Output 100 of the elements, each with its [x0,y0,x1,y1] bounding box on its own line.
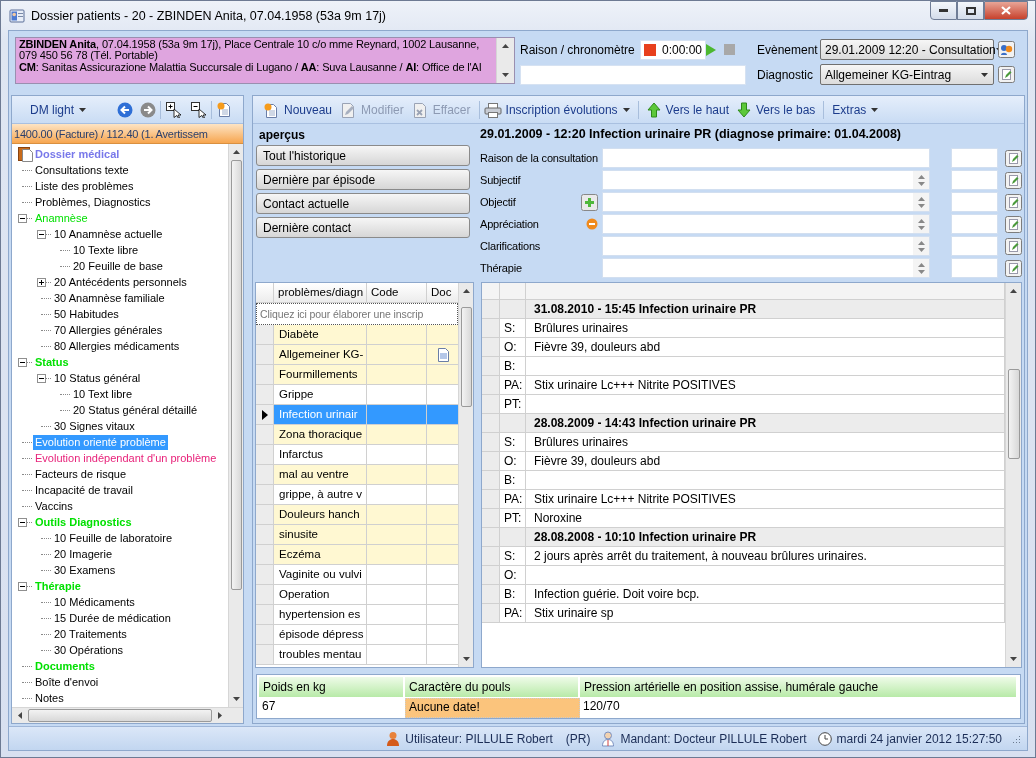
maximize-button[interactable] [957,1,984,20]
tree-item[interactable]: Facteurs de risque [33,466,129,482]
edit-icon[interactable] [1005,215,1022,233]
edit-icon[interactable] [998,66,1015,83]
scroll-down-arrow-icon[interactable] [232,697,240,701]
spin-down-icon[interactable] [917,247,925,252]
tree-item[interactable]: 30 Examens [52,562,118,578]
toolbar-button[interactable]: Vers le bas [733,98,820,121]
input-field[interactable] [951,258,998,278]
plus-button-icon[interactable] [581,193,598,211]
overview-button[interactable]: Dernière par épisode [256,169,470,190]
minus-icon[interactable] [586,218,598,230]
edit-icon[interactable] [1005,237,1022,255]
spin-down-icon[interactable] [917,203,925,208]
table-cell[interactable]: Diabète [274,325,367,345]
tree-item[interactable]: 70 Allergies générales [52,322,165,338]
scroll-up-arrow-icon[interactable] [232,150,240,154]
table-cell[interactable]: Vaginite ou vulvi [274,565,367,585]
tree-item[interactable]: 15 Durée de médication [52,610,173,626]
scrollbar[interactable] [496,38,514,83]
spin-up-icon[interactable] [917,262,925,267]
tree-item[interactable]: Consultations texte [33,162,131,178]
edit-icon[interactable] [1005,259,1022,277]
spin-down-icon[interactable] [917,225,925,230]
overview-button[interactable]: Contact actuelle [256,193,470,214]
memo-field[interactable] [602,170,930,190]
printer-icon[interactable] [483,101,502,118]
spin-down-icon[interactable] [917,269,925,274]
menu-button[interactable]: Extras [828,98,883,121]
memo-field[interactable] [602,192,930,212]
spin-down-icon[interactable] [917,181,925,186]
new-document-icon[interactable] [216,101,232,118]
tree-item[interactable]: Problèmes, Diagnostics [33,194,153,210]
toolbar-button[interactable]: Vers le haut [642,98,733,121]
table-cell[interactable]: Douleurs hanch [274,505,367,525]
input-field[interactable] [951,192,998,212]
table-cell[interactable]: Fourmillements [274,365,367,385]
spin-up-icon[interactable] [917,240,925,245]
tree-item[interactable]: 20 Feuille de base [71,258,165,274]
table-cell[interactable]: hypertension es [274,605,367,625]
tree-item[interactable]: Evolution indépendant d'un problème [33,450,219,466]
tree-item[interactable]: 20 Traitements [52,626,129,642]
memo-field[interactable] [602,214,930,234]
tree-item[interactable]: Liste des problèmes [33,178,136,194]
tree-item[interactable]: Vaccins [33,498,75,514]
table-cell[interactable]: Zona thoracique [274,425,367,445]
tree-item[interactable]: Notes [33,690,66,706]
tree-item[interactable]: Boîte d'envoi [33,674,101,690]
input-field[interactable] [951,236,998,256]
scroll-thumb[interactable] [230,160,242,590]
scroll-down-arrow-icon[interactable] [502,73,509,77]
memo-field[interactable] [602,258,930,278]
table-cell[interactable]: Allgemeiner KG- [274,345,367,365]
table-cell[interactable]: épisode dépress [274,625,367,645]
scroll-thumb[interactable] [1007,369,1020,459]
spin-up-icon[interactable] [917,196,925,201]
edit-icon[interactable] [1005,171,1022,189]
minimize-button[interactable] [930,1,957,20]
spin-up-icon[interactable] [917,174,925,179]
menu-button[interactable]: Inscription évolutions [501,98,634,121]
toolbar-button[interactable]: Nouveau [259,98,337,121]
overview-button[interactable]: Dernière contact [256,217,470,238]
edit-icon[interactable] [1005,193,1022,211]
tree-item[interactable]: 10 Text libre [71,386,135,402]
tree-toggle[interactable] [18,357,27,367]
edit-icon[interactable] [1005,149,1022,167]
tree-item[interactable]: 50 Habitudes [52,306,121,322]
scroll-up-arrow-icon[interactable] [1010,289,1017,293]
tree-toggle[interactable] [18,213,27,223]
table-cell[interactable]: troubles mentau [274,645,367,665]
scroll-right-arrow-icon[interactable] [218,712,222,719]
input-field[interactable] [951,148,998,168]
back-icon[interactable] [117,101,133,118]
scroll-thumb[interactable] [460,307,472,407]
tree-item[interactable]: 10 Texte libre [71,242,141,258]
close-button[interactable] [984,1,1028,20]
tree-item[interactable]: 20 Antécédents personnels [52,274,189,290]
scrollbar[interactable] [12,707,243,723]
zoom-in-cursor-icon[interactable] [165,101,182,118]
tree-item[interactable]: 20 Imagerie [52,546,115,562]
tree-item[interactable]: 30 Signes vitaux [52,418,137,434]
people-icon[interactable] [998,41,1015,58]
table-cell[interactable]: Eczéma [274,545,367,565]
tree-item[interactable]: 10 Médicaments [52,594,137,610]
scrollbar[interactable] [458,283,473,667]
tree-item[interactable]: 20 Status général détaillé [71,402,200,418]
diagnostic-dropdown[interactable]: Allgemeiner KG-Eintrag [820,64,994,85]
zoom-out-cursor-icon[interactable] [190,101,207,118]
tree-item[interactable]: Incapacité de travail [33,482,135,498]
tree-toggle[interactable] [37,373,46,383]
spin-up-icon[interactable] [917,218,925,223]
tree-toggle[interactable] [18,581,27,591]
tree-item[interactable]: 10 Anamnèse actuelle [52,226,165,242]
tree-item[interactable]: Dossier médical [33,146,122,162]
tree-toggle[interactable] [37,277,46,287]
table-cell[interactable]: sinusite [274,525,367,545]
input-field[interactable] [602,148,930,168]
scroll-down-arrow-icon[interactable] [462,657,470,661]
overview-button[interactable]: Tout l'historique [256,145,470,166]
memo-field[interactable] [602,236,930,256]
